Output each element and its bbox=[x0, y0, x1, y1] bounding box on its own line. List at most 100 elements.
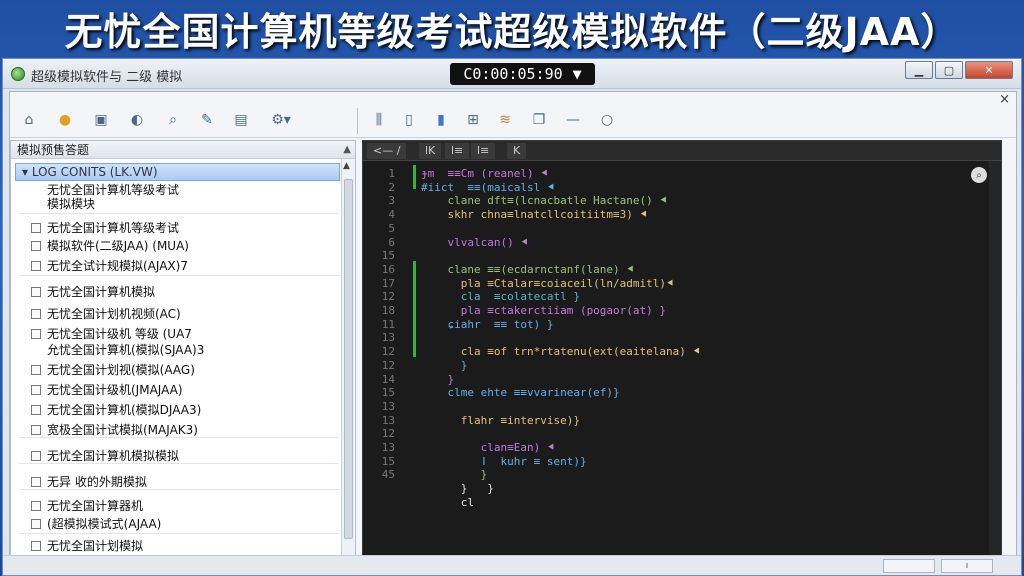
copy-icon[interactable]: ❐ bbox=[528, 110, 550, 130]
checkbox[interactable] bbox=[31, 223, 41, 233]
tree-item[interactable]: 无忧全国计算机(模拟DJAA3) bbox=[15, 401, 342, 419]
minimize-button[interactable]: ▁ bbox=[905, 61, 933, 79]
chart-icon[interactable]: ▮ bbox=[430, 110, 452, 130]
checkbox[interactable] bbox=[31, 385, 41, 395]
tree-item[interactable]: 模拟模块 bbox=[15, 195, 342, 213]
main-area: × ⌂ ● ▣ ◐ ⌕ ✎ ▤ ⚙▾ ⫼ ▯ ▮ ⊞ ≋ ❐ — ○ 模拟预售答… bbox=[9, 91, 1017, 573]
divider bbox=[19, 463, 339, 464]
divider bbox=[19, 533, 339, 534]
line-number: 12 bbox=[381, 290, 395, 304]
line-number: 13 bbox=[381, 331, 395, 345]
window-title: 超级模拟软件与 二级 模拟 bbox=[31, 70, 183, 85]
code-line: skhr chna≡lnatcllcoitiitm≡3) ⯇ bbox=[421, 208, 649, 222]
checkbox[interactable] bbox=[31, 241, 41, 251]
home-icon[interactable]: ⌂ bbox=[18, 110, 40, 130]
tree-item[interactable]: 无忧全国计划模拟 bbox=[15, 537, 342, 555]
editor-tab[interactable]: lK bbox=[419, 143, 442, 159]
tree-item-label: 无忧全国计划视(模拟(AAG) bbox=[47, 363, 195, 377]
panel-scrollbar[interactable]: ▲ ▼ bbox=[341, 159, 355, 569]
tree-item[interactable]: 无忧全国计算机模拟 bbox=[15, 283, 342, 301]
change-marker bbox=[413, 165, 416, 189]
checkbox[interactable] bbox=[31, 365, 41, 375]
divider bbox=[19, 437, 339, 438]
line-number: 14 bbox=[381, 372, 395, 386]
folder-icon[interactable]: ● bbox=[54, 110, 76, 130]
code-line: ǀ kuhr ≡ sent)} bbox=[421, 454, 587, 468]
tree-item[interactable]: 无忧全国计划机视频(AC) bbox=[15, 305, 342, 323]
close-button[interactable]: ✕ bbox=[965, 61, 1013, 79]
edit-icon[interactable]: ✎ bbox=[196, 110, 218, 130]
checkbox[interactable] bbox=[31, 519, 41, 529]
tree-item-label: 模拟软件(二级JAA) (MUA) bbox=[47, 239, 189, 253]
tree-item[interactable]: (超模拟模试式(AJAA) bbox=[15, 515, 342, 533]
line-number: 3 bbox=[388, 194, 395, 208]
magnifier-icon[interactable]: ○ bbox=[596, 110, 618, 130]
checkbox[interactable] bbox=[31, 541, 41, 551]
line-number: 16 bbox=[381, 262, 395, 276]
timer-display[interactable]: C0:00:05:90 ▼ bbox=[450, 63, 595, 85]
tree-item-label: 无忧全国计算机模拟 bbox=[47, 285, 156, 299]
line-number: 12 bbox=[381, 345, 395, 359]
checkbox[interactable] bbox=[31, 425, 41, 435]
line-number: 13 bbox=[381, 413, 395, 427]
list-icon[interactable]: ⫼ bbox=[368, 110, 390, 130]
checkbox[interactable] bbox=[31, 329, 41, 339]
code-line: clane dft≡(lcnacbatle Hactane() ⯇ bbox=[421, 194, 669, 208]
minus-icon[interactable]: — bbox=[562, 110, 584, 130]
line-number: 11 bbox=[381, 317, 395, 331]
file-icon[interactable]: ▯ bbox=[398, 110, 420, 130]
checkbox[interactable] bbox=[31, 405, 41, 415]
search-icon[interactable]: ⌕ bbox=[162, 110, 184, 130]
scroll-thumb[interactable] bbox=[344, 179, 353, 539]
tree-item[interactable]: 无忧全试计规模拟(AJAX)7 bbox=[15, 257, 342, 275]
line-number: 15 bbox=[381, 386, 395, 400]
shield-icon[interactable]: ◐ bbox=[126, 110, 148, 130]
checkbox[interactable] bbox=[31, 287, 41, 297]
checkbox[interactable] bbox=[31, 501, 41, 511]
status-bar: ı bbox=[3, 555, 1021, 575]
code-editor[interactable]: <— / lK l≡ l≡ K 1 2 3 4 5 6 15 16 17 12 18 11 13 12 12 14 15… bbox=[362, 140, 1002, 556]
tree-item-label: 无忧全国计算器机 bbox=[47, 499, 144, 513]
timer-text: C0:00:05:90 bbox=[463, 65, 563, 83]
grid-icon[interactable]: ⊞ bbox=[462, 110, 484, 130]
tree-item[interactable]: 无忧全国计算机等级考试 bbox=[15, 219, 342, 237]
editor-tab[interactable]: l≡ bbox=[471, 143, 496, 159]
editor-scrollbar[interactable] bbox=[989, 161, 1001, 555]
tree-item[interactable]: 无忧全国计算器机 bbox=[15, 497, 342, 515]
line-number: 18 bbox=[381, 304, 395, 317]
checkbox[interactable] bbox=[31, 261, 41, 271]
tree-item[interactable]: 模拟软件(二级JAA) (MUA) bbox=[15, 237, 342, 255]
code-area[interactable]: ɟm ≡≡Cm (reanel) ⯇ #iict ≡≡(maicalsl ⯇ cl… bbox=[421, 161, 981, 555]
settings-icon[interactable]: ⚙▾ bbox=[266, 110, 296, 130]
chevron-up-icon[interactable]: ▲ bbox=[343, 141, 351, 159]
line-number: 13 bbox=[381, 441, 395, 454]
chevron-down-icon[interactable]: ▼ bbox=[573, 65, 582, 83]
code-line: pla ≡Ctalar≡coiaceil(ln/admitl)⯇ bbox=[421, 276, 675, 290]
checkbox[interactable] bbox=[31, 451, 41, 461]
maximize-button[interactable]: ▢ bbox=[935, 61, 963, 79]
tree-item-label: 无忧全国计算机(模拟DJAA3) bbox=[47, 403, 202, 417]
code-line: flahr ≡intervise)} bbox=[421, 413, 580, 427]
tree-item-label: 无忧全国计划机视频(AC) bbox=[47, 307, 181, 321]
divider bbox=[19, 213, 339, 214]
tree-item-label: 无忧全试计规模拟(AJAX)7 bbox=[47, 259, 188, 273]
save-icon[interactable]: ▣ bbox=[90, 110, 112, 130]
code-line: clan≡Ean) ⯇ bbox=[421, 441, 556, 454]
tree-item-label: 无忧全国计划模拟 bbox=[47, 539, 144, 553]
document-icon[interactable]: ▤ bbox=[230, 110, 252, 130]
tree-item[interactable]: 无忧全国计划视(模拟(AAG) bbox=[15, 361, 342, 379]
tree-item[interactable]: 无忧全国计级机(JMAJAA) bbox=[15, 381, 342, 399]
code-line: ɕiahr ≡≡ tot) } bbox=[421, 317, 554, 331]
line-gutter: 1 2 3 4 5 6 15 16 17 12 18 11 13 12 12 14 15 13 13 12 13 15 45 bbox=[363, 161, 411, 555]
line-number: 15 bbox=[381, 249, 395, 263]
stack-icon[interactable]: ≋ bbox=[494, 110, 516, 130]
checkbox[interactable] bbox=[31, 309, 41, 319]
scroll-up-icon[interactable]: ▲ bbox=[343, 161, 350, 171]
editor-tab[interactable]: <— / bbox=[367, 143, 407, 159]
editor-tab[interactable]: K bbox=[507, 143, 527, 159]
editor-tab[interactable]: l≡ bbox=[445, 143, 470, 159]
checkbox[interactable] bbox=[31, 477, 41, 487]
tree-item[interactable]: 允忧全国计算机(模拟(SJAA)3 bbox=[15, 341, 342, 359]
line-number: 12 bbox=[381, 427, 395, 441]
zoom-icon[interactable]: ⌕ bbox=[971, 167, 987, 183]
